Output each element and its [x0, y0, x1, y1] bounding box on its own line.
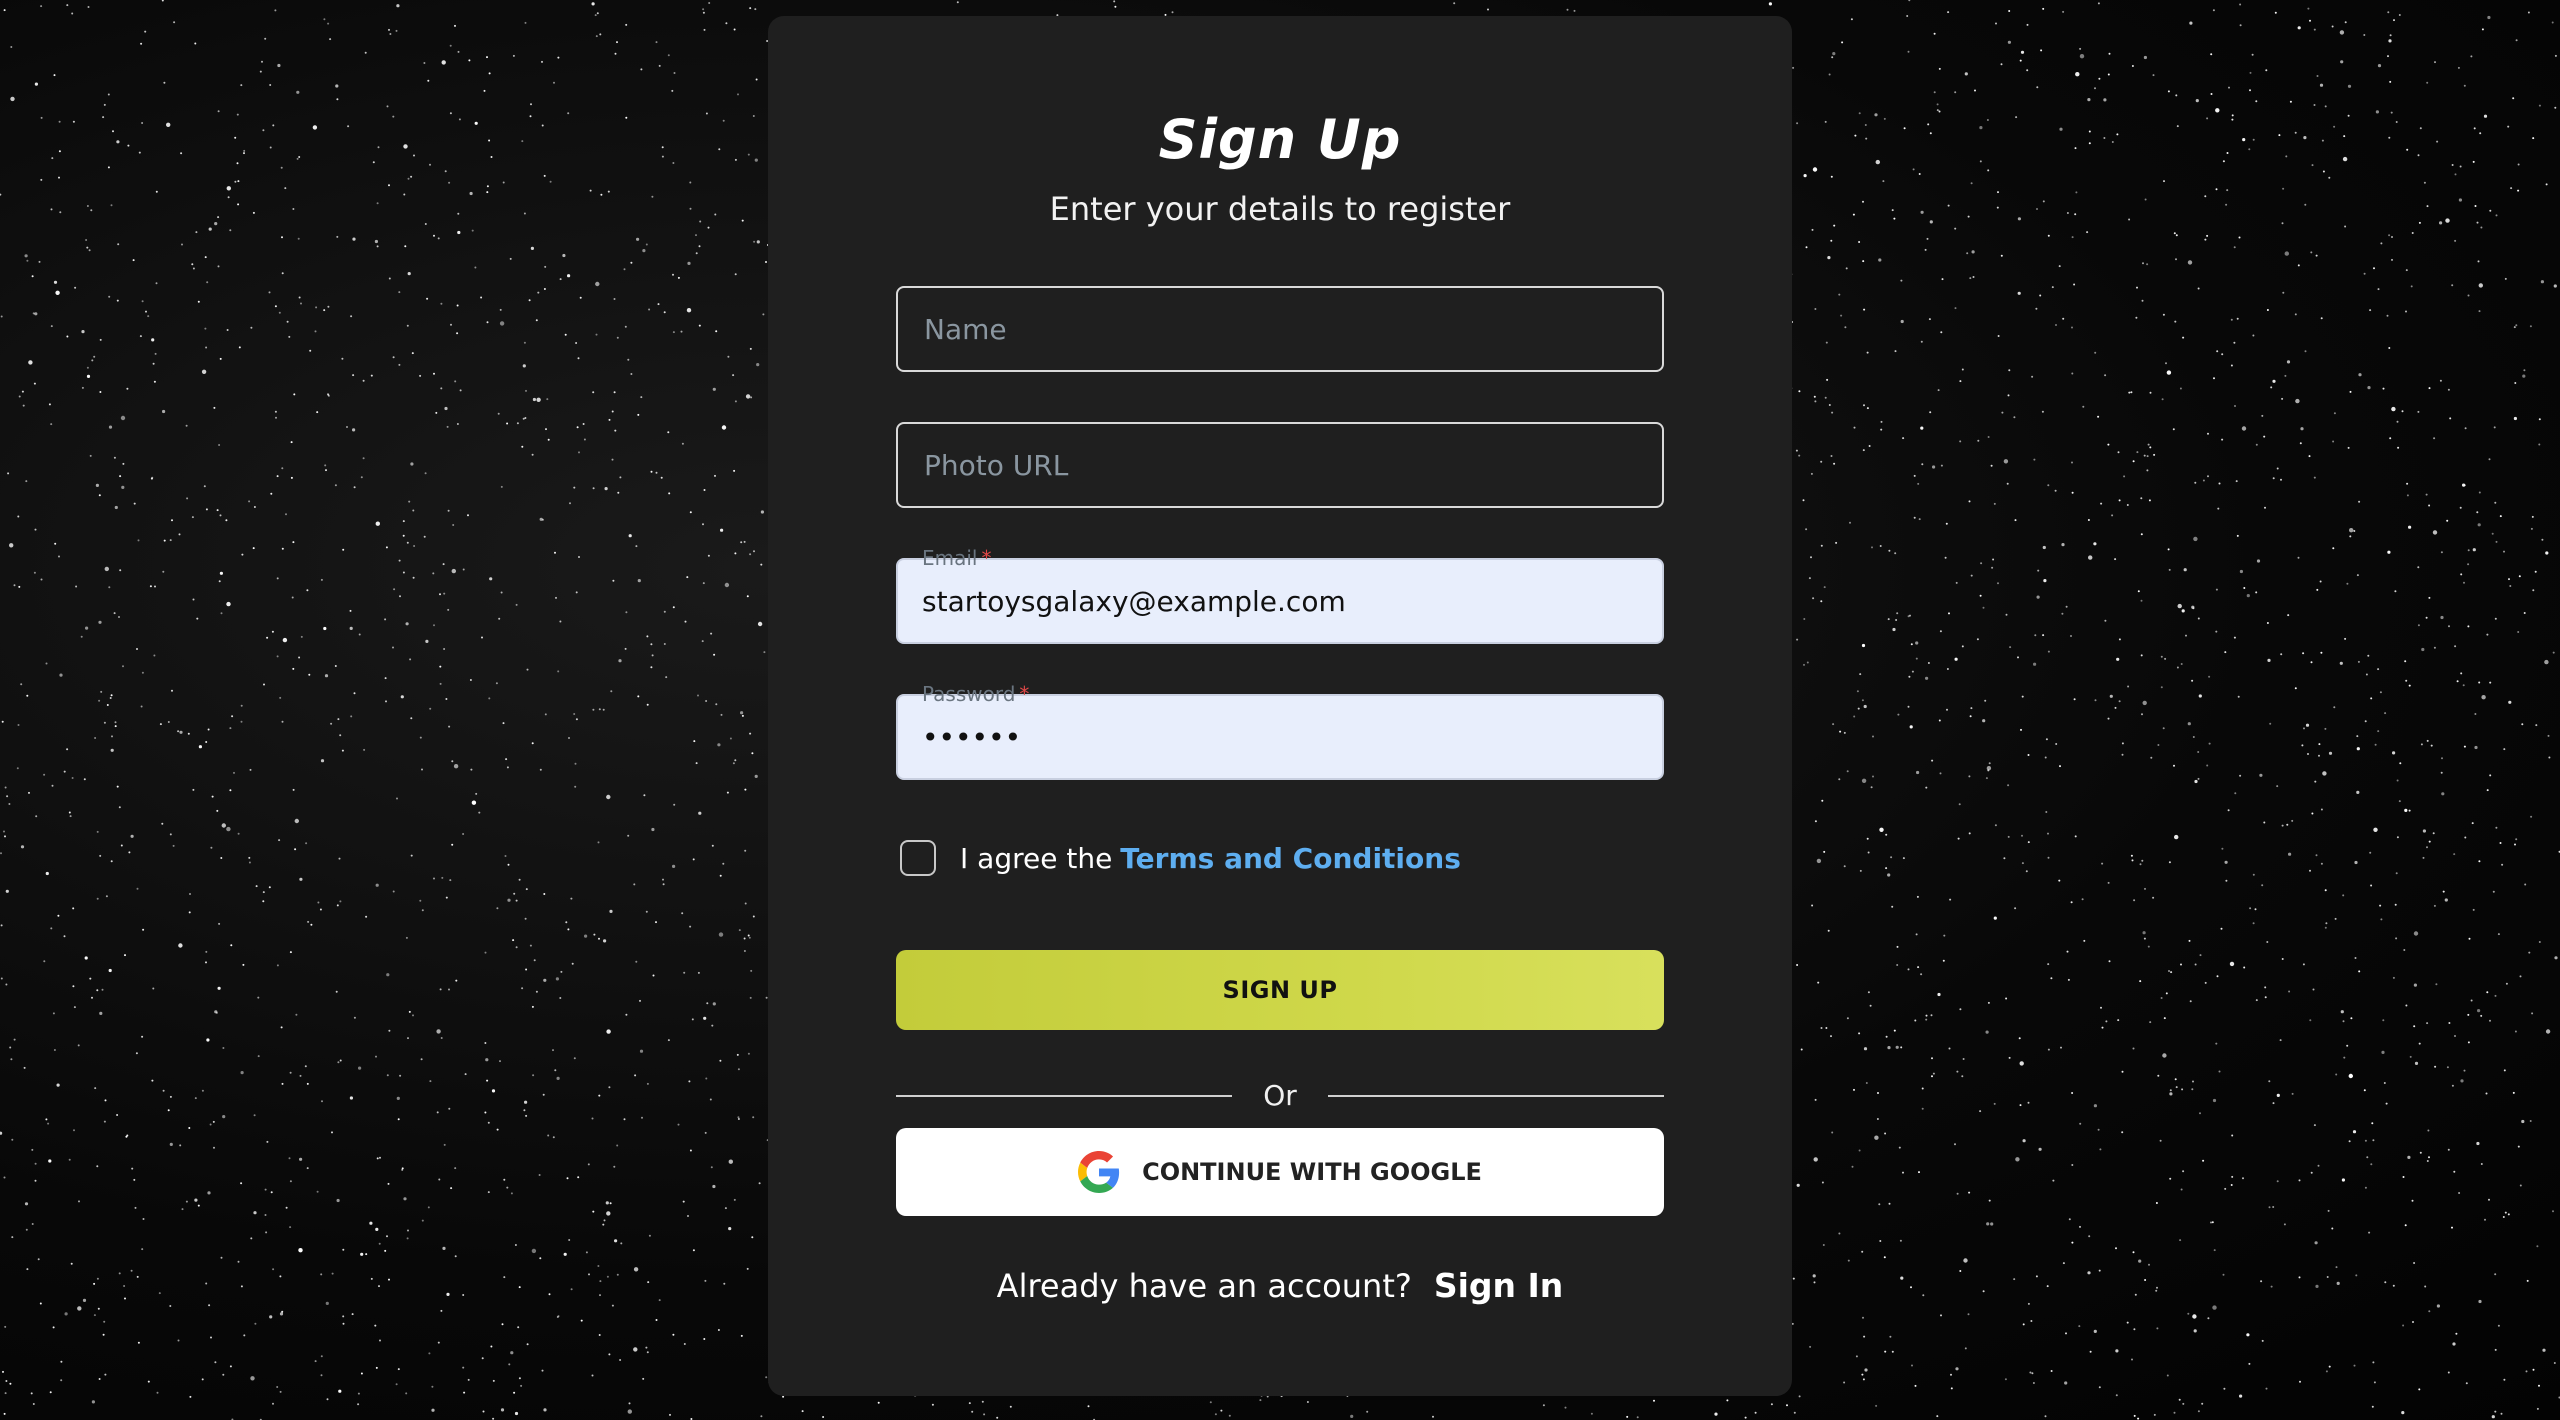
signin-prompt: Already have an account? — [996, 1267, 1412, 1305]
terms-text: I agree the Terms and Conditions — [960, 842, 1461, 875]
photo-url-field[interactable] — [896, 422, 1664, 508]
divider-text: Or — [1263, 1079, 1297, 1112]
signup-button[interactable]: SIGN UP — [896, 950, 1664, 1030]
page-subtitle: Enter your details to register — [1049, 190, 1511, 228]
terms-checkbox[interactable] — [900, 840, 936, 876]
password-field[interactable]: Password * — [896, 682, 1664, 780]
name-field[interactable] — [896, 286, 1664, 372]
signin-link[interactable]: Sign In — [1434, 1266, 1563, 1305]
signin-row: Already have an account? Sign In — [768, 1266, 1792, 1305]
google-icon — [1078, 1151, 1120, 1193]
email-field[interactable]: Email * — [896, 546, 1664, 644]
page-title: Sign Up — [1158, 108, 1402, 171]
terms-row: I agree the Terms and Conditions — [900, 836, 1461, 880]
email-input[interactable] — [898, 560, 1662, 642]
password-input[interactable] — [898, 696, 1662, 778]
terms-link[interactable]: Terms and Conditions — [1120, 842, 1461, 875]
google-signin-button[interactable]: CONTINUE WITH GOOGLE — [896, 1128, 1664, 1216]
divider-line-left — [896, 1095, 1232, 1097]
terms-prefix: I agree the — [960, 841, 1113, 875]
signup-card: Sign Up Enter your details to register E… — [768, 16, 1792, 1396]
name-input[interactable] — [898, 288, 1662, 370]
or-divider: Or — [896, 1076, 1664, 1116]
divider-line-right — [1328, 1095, 1664, 1097]
photo-url-input[interactable] — [898, 424, 1662, 506]
google-button-label: CONTINUE WITH GOOGLE — [1142, 1158, 1482, 1186]
